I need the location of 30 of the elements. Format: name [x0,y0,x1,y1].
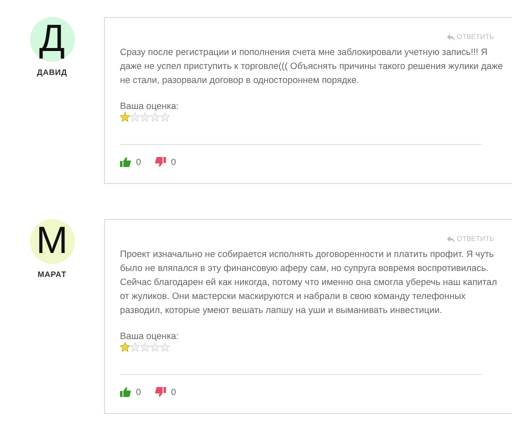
star-icon [160,112,170,122]
star-rating[interactable] [120,342,170,352]
thumbs-down-icon [155,387,166,397]
thumbs-up-icon [120,387,131,397]
star-icon [120,342,130,352]
like-button[interactable]: 0 [120,387,142,397]
rating-label: Ваша оценка: [120,331,180,341]
comment-text: Сразу после регистрации и пополнения счета мне заблокировали учетную запись!!! Я даже не успел приступить к торговле((( Объяснять причины такого решения жулики даже не стали, разорвали договор в одностороннем порядке. [120,46,504,87]
star-icon [140,342,150,352]
reply-icon [446,236,455,242]
avatar: М [30,219,74,264]
star-icon [150,342,160,352]
reply-icon [446,34,455,40]
author-name: ДАВИД [36,68,68,77]
author-name: МАРАТ [38,270,66,279]
dislike-button[interactable]: 0 [155,387,176,397]
like-button[interactable]: 0 [120,157,142,167]
thumbs-down-icon [155,157,166,167]
star-icon [120,112,130,122]
avatar: Д [30,17,74,62]
rating-label: Ваша оценка: [120,101,180,111]
star-rating[interactable] [120,112,170,122]
comment-text: Проект изначально не собирается исполнять договоренности и платить профит. Я чуть было не вляпался в эту финансовую аферу сам, но супруга вовремя воспротивилась. Сейчас благодарен ей как никогда, потому что именно она смогла уберечь наш капитал от жуликов. Они мастерски маскируются и набрали в свою команду телефонных разводил, которые умеют вешать лапшу на уши и выманивать инвестиции. [120,248,498,317]
star-icon [160,342,170,352]
star-icon [130,342,140,352]
star-icon [130,112,140,122]
dislike-button[interactable]: 0 [155,157,176,167]
star-icon [140,112,150,122]
star-icon [150,112,160,122]
thumbs-up-icon [120,157,131,167]
